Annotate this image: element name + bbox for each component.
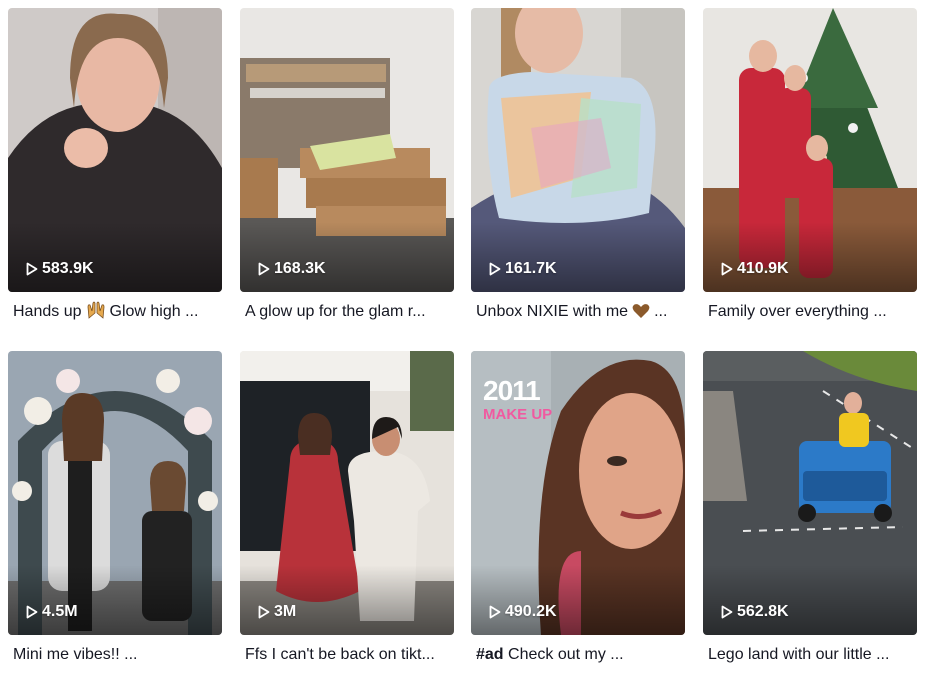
video-card[interactable]: 4.5M Mini me vibes!! ...	[8, 351, 222, 666]
video-thumbnail[interactable]: 562.8K	[703, 351, 917, 635]
thumbnail-image	[703, 351, 917, 635]
caption-text: Family over everything ...	[708, 303, 887, 320]
play-icon	[258, 262, 270, 276]
thumbnail-image	[471, 8, 685, 292]
video-caption[interactable]: A glow up for the glam r...	[240, 301, 453, 323]
view-count: 3M	[258, 603, 296, 621]
thumbnail-image	[8, 351, 222, 635]
view-count: 161.7K	[489, 260, 557, 278]
video-thumbnail[interactable]: 168.3K	[240, 8, 454, 292]
view-count: 490.2K	[489, 603, 557, 621]
thumbnail-image	[8, 8, 222, 292]
caption-text: Unbox NIXIE with me	[476, 303, 629, 320]
play-icon	[489, 262, 501, 276]
video-card[interactable]: 2011 MAKE UP 490.2K #ad Check out my ...	[471, 351, 685, 666]
video-caption[interactable]: Family over everything ...	[703, 301, 916, 323]
video-card[interactable]: 410.9K Family over everything ...	[703, 8, 917, 323]
view-count: 583.9K	[26, 260, 94, 278]
view-count-value: 4.5M	[42, 603, 78, 620]
thumbnail-image	[240, 8, 454, 292]
video-thumbnail[interactable]: 410.9K	[703, 8, 917, 292]
play-icon	[258, 605, 270, 619]
view-count-value: 168.3K	[274, 260, 326, 277]
hashtag[interactable]: #ad	[476, 646, 504, 663]
thumbnail-image	[240, 351, 454, 635]
view-count: 562.8K	[721, 603, 789, 621]
video-caption[interactable]: Hands up Glow high ...	[8, 301, 221, 326]
view-count-value: 583.9K	[42, 260, 94, 277]
video-card[interactable]: 3M Ffs I can't be back on tikt...	[240, 351, 454, 666]
brown-heart-icon	[632, 303, 650, 326]
view-count-value: 562.8K	[737, 603, 789, 620]
video-card[interactable]: 161.7K Unbox NIXIE with me...	[471, 8, 685, 326]
caption-text: Ffs I can't be back on tikt...	[245, 646, 435, 663]
play-icon	[721, 262, 733, 276]
caption-text: Hands up	[13, 303, 82, 320]
video-caption[interactable]: Unbox NIXIE with me...	[471, 301, 684, 326]
overlay-subtitle: MAKE UP	[483, 406, 553, 423]
view-count-value: 3M	[274, 603, 297, 620]
video-caption[interactable]: Lego land with our little ...	[703, 644, 916, 666]
video-grid: 583.9K Hands up Glow high ... 168.3K A g…	[0, 0, 928, 673]
thumbnail-image	[703, 8, 917, 292]
caption-text: Lego land with our little ...	[708, 646, 890, 663]
caption-text: Mini me vibes!! ...	[13, 646, 138, 663]
video-caption[interactable]: #ad Check out my ...	[471, 644, 684, 666]
thumbnail-overlay-text: 2011 MAKE UP	[483, 375, 553, 423]
view-count-value: 410.9K	[737, 260, 789, 277]
play-icon	[26, 262, 38, 276]
caption-text: A glow up for the glam r...	[245, 303, 426, 320]
video-thumbnail[interactable]: 161.7K	[471, 8, 685, 292]
video-thumbnail[interactable]: 3M	[240, 351, 454, 635]
caption-text-after: Glow high ...	[109, 303, 199, 320]
view-count-value: 490.2K	[505, 603, 557, 620]
video-card[interactable]: 583.9K Hands up Glow high ...	[8, 8, 222, 326]
view-count: 4.5M	[26, 603, 78, 621]
video-thumbnail[interactable]: 583.9K	[8, 8, 222, 292]
raising-hands-icon	[86, 301, 106, 326]
view-count: 168.3K	[258, 260, 326, 278]
play-icon	[26, 605, 38, 619]
video-caption[interactable]: Ffs I can't be back on tikt...	[240, 644, 453, 666]
caption-text-after: ...	[654, 303, 668, 320]
overlay-year: 2011	[483, 375, 541, 406]
play-icon	[721, 605, 733, 619]
view-count: 410.9K	[721, 260, 789, 278]
caption-text: Check out my ...	[508, 646, 624, 663]
video-caption[interactable]: Mini me vibes!! ...	[8, 644, 221, 666]
view-count-value: 161.7K	[505, 260, 557, 277]
video-thumbnail[interactable]: 2011 MAKE UP 490.2K	[471, 351, 685, 635]
video-card[interactable]: 168.3K A glow up for the glam r...	[240, 8, 454, 323]
play-icon	[489, 605, 501, 619]
video-thumbnail[interactable]: 4.5M	[8, 351, 222, 635]
video-card[interactable]: 562.8K Lego land with our little ...	[703, 351, 917, 666]
